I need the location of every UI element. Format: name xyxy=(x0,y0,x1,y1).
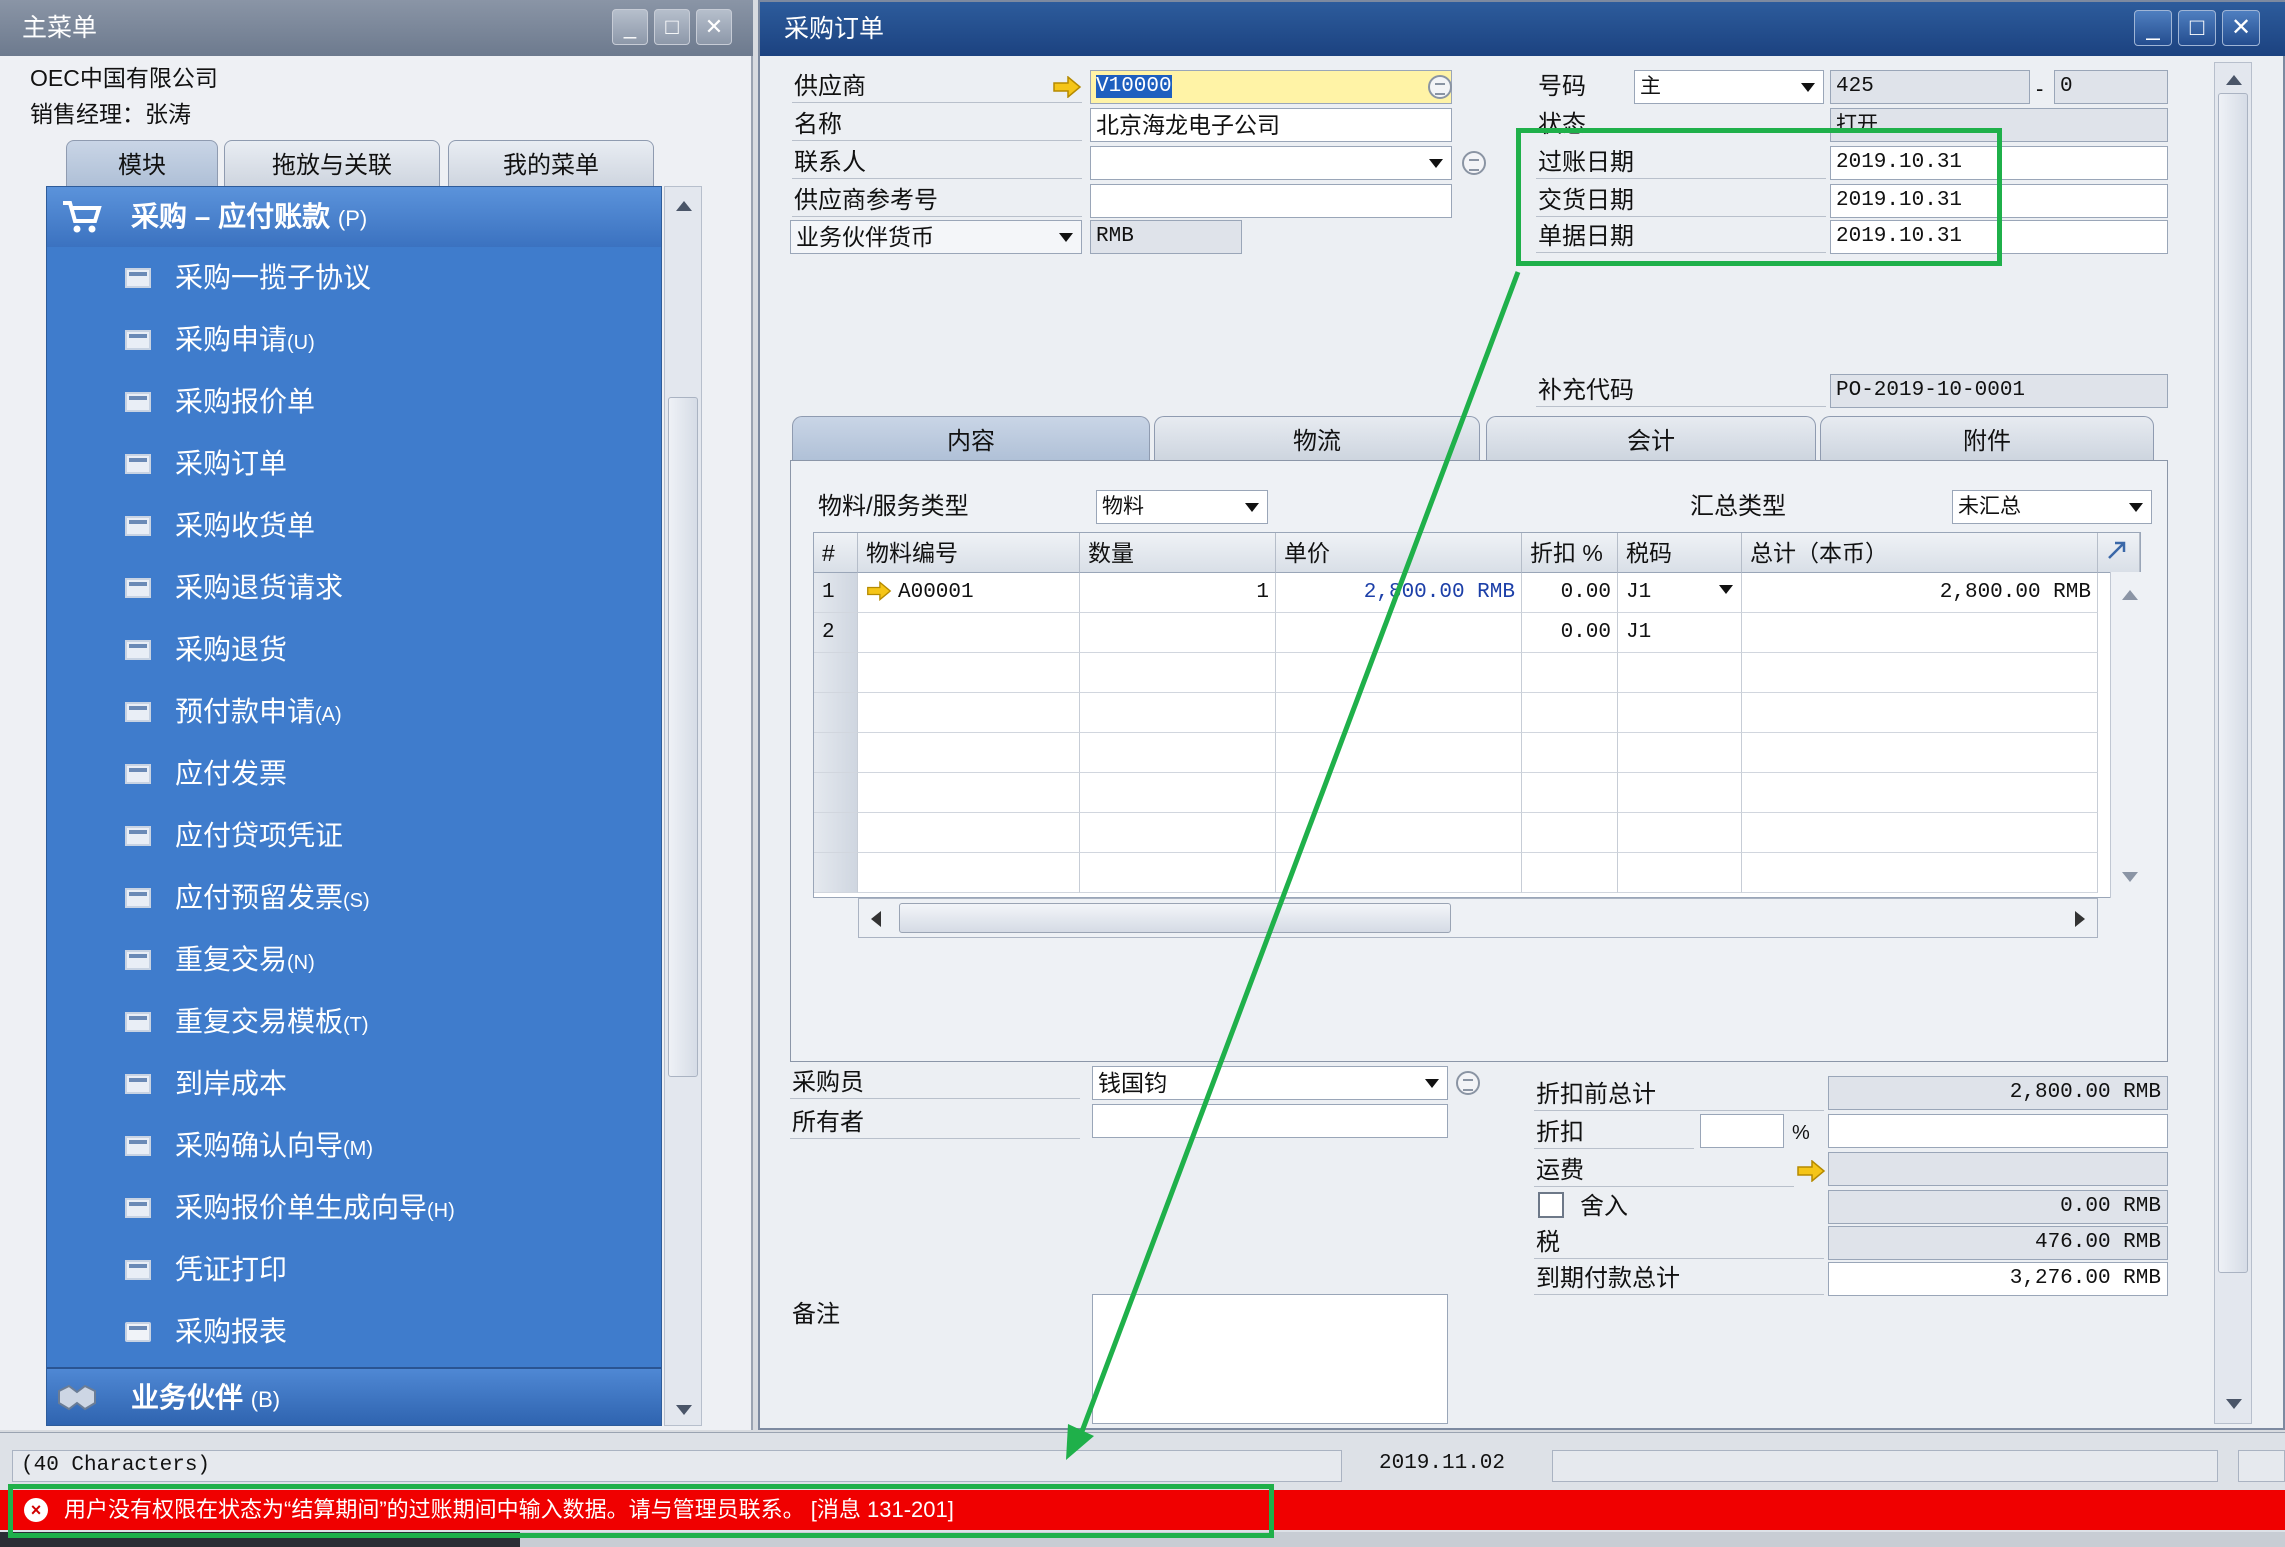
annotation-arrow xyxy=(1066,271,1521,1460)
desktop: 主菜单 _ □ ✕ OEC中国有限公司 销售经理：张涛 模块 拖放与关联 我的菜… xyxy=(0,0,2285,1547)
